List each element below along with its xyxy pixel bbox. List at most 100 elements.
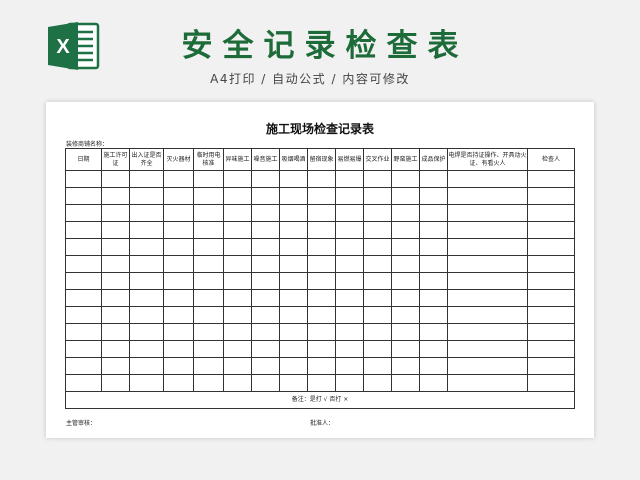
table-cell[interactable]	[391, 374, 420, 392]
table-cell[interactable]	[193, 272, 224, 290]
table-cell[interactable]	[163, 272, 194, 290]
table-cell[interactable]	[65, 187, 102, 205]
table-cell[interactable]	[251, 306, 280, 324]
table-cell[interactable]	[129, 323, 164, 341]
table-cell[interactable]	[223, 323, 252, 341]
table-cell[interactable]	[101, 374, 130, 392]
table-cell[interactable]	[307, 340, 336, 358]
table-cell[interactable]	[307, 272, 336, 290]
table-cell[interactable]	[223, 306, 252, 324]
table-cell[interactable]	[193, 238, 224, 256]
table-cell[interactable]	[129, 289, 164, 307]
table-cell[interactable]	[279, 238, 308, 256]
table-cell[interactable]	[223, 272, 252, 290]
table-cell[interactable]	[527, 272, 575, 290]
table-cell[interactable]	[223, 187, 252, 205]
table-cell[interactable]	[101, 323, 130, 341]
table-cell[interactable]	[307, 357, 336, 375]
table-cell[interactable]	[527, 323, 575, 341]
table-cell[interactable]	[419, 306, 448, 324]
table-cell[interactable]	[251, 170, 280, 188]
table-cell[interactable]	[363, 289, 392, 307]
table-cell[interactable]	[101, 340, 130, 358]
table-cell[interactable]	[129, 238, 164, 256]
table-cell[interactable]	[279, 374, 308, 392]
table-cell[interactable]	[391, 340, 420, 358]
table-cell[interactable]	[65, 306, 102, 324]
table-cell[interactable]	[391, 187, 420, 205]
table-cell[interactable]	[527, 187, 575, 205]
table-cell[interactable]	[251, 289, 280, 307]
table-cell[interactable]	[447, 204, 528, 222]
table-cell[interactable]	[279, 340, 308, 358]
table-cell[interactable]	[223, 238, 252, 256]
table-cell[interactable]	[101, 357, 130, 375]
table-cell[interactable]	[335, 357, 364, 375]
table-cell[interactable]	[251, 357, 280, 375]
table-cell[interactable]	[101, 221, 130, 239]
table-cell[interactable]	[129, 170, 164, 188]
table-cell[interactable]	[129, 272, 164, 290]
table-cell[interactable]	[129, 340, 164, 358]
table-cell[interactable]	[223, 340, 252, 358]
table-cell[interactable]	[251, 221, 280, 239]
table-cell[interactable]	[419, 204, 448, 222]
table-cell[interactable]	[363, 204, 392, 222]
table-cell[interactable]	[223, 374, 252, 392]
table-cell[interactable]	[193, 289, 224, 307]
table-cell[interactable]	[419, 340, 448, 358]
table-cell[interactable]	[335, 272, 364, 290]
table-cell[interactable]	[447, 187, 528, 205]
table-cell[interactable]	[527, 306, 575, 324]
table-cell[interactable]	[363, 221, 392, 239]
table-cell[interactable]	[65, 255, 102, 273]
table-cell[interactable]	[307, 238, 336, 256]
table-cell[interactable]	[363, 306, 392, 324]
table-cell[interactable]	[363, 323, 392, 341]
table-cell[interactable]	[307, 289, 336, 307]
table-cell[interactable]	[447, 255, 528, 273]
table-cell[interactable]	[307, 221, 336, 239]
table-cell[interactable]	[419, 187, 448, 205]
table-cell[interactable]	[65, 323, 102, 341]
table-cell[interactable]	[335, 238, 364, 256]
table-cell[interactable]	[335, 374, 364, 392]
table-cell[interactable]	[193, 306, 224, 324]
table-cell[interactable]	[163, 374, 194, 392]
table-cell[interactable]	[335, 221, 364, 239]
table-cell[interactable]	[419, 289, 448, 307]
table-cell[interactable]	[193, 374, 224, 392]
table-cell[interactable]	[307, 187, 336, 205]
table-cell[interactable]	[307, 204, 336, 222]
table-cell[interactable]	[65, 289, 102, 307]
table-cell[interactable]	[419, 323, 448, 341]
table-cell[interactable]	[163, 238, 194, 256]
table-cell[interactable]	[527, 357, 575, 375]
table-cell[interactable]	[279, 170, 308, 188]
table-cell[interactable]	[391, 238, 420, 256]
table-cell[interactable]	[65, 204, 102, 222]
table-cell[interactable]	[223, 170, 252, 188]
table-cell[interactable]	[335, 170, 364, 188]
table-cell[interactable]	[527, 221, 575, 239]
table-cell[interactable]	[223, 289, 252, 307]
table-cell[interactable]	[419, 357, 448, 375]
table-cell[interactable]	[193, 323, 224, 341]
table-cell[interactable]	[129, 204, 164, 222]
table-cell[interactable]	[279, 204, 308, 222]
table-cell[interactable]	[101, 204, 130, 222]
table-cell[interactable]	[101, 255, 130, 273]
table-cell[interactable]	[279, 306, 308, 324]
table-cell[interactable]	[129, 357, 164, 375]
table-cell[interactable]	[307, 374, 336, 392]
table-cell[interactable]	[65, 272, 102, 290]
table-cell[interactable]	[335, 204, 364, 222]
table-cell[interactable]	[391, 170, 420, 188]
table-cell[interactable]	[251, 187, 280, 205]
table-cell[interactable]	[419, 272, 448, 290]
table-cell[interactable]	[193, 255, 224, 273]
table-cell[interactable]	[163, 187, 194, 205]
table-cell[interactable]	[279, 221, 308, 239]
table-cell[interactable]	[251, 272, 280, 290]
table-cell[interactable]	[163, 340, 194, 358]
